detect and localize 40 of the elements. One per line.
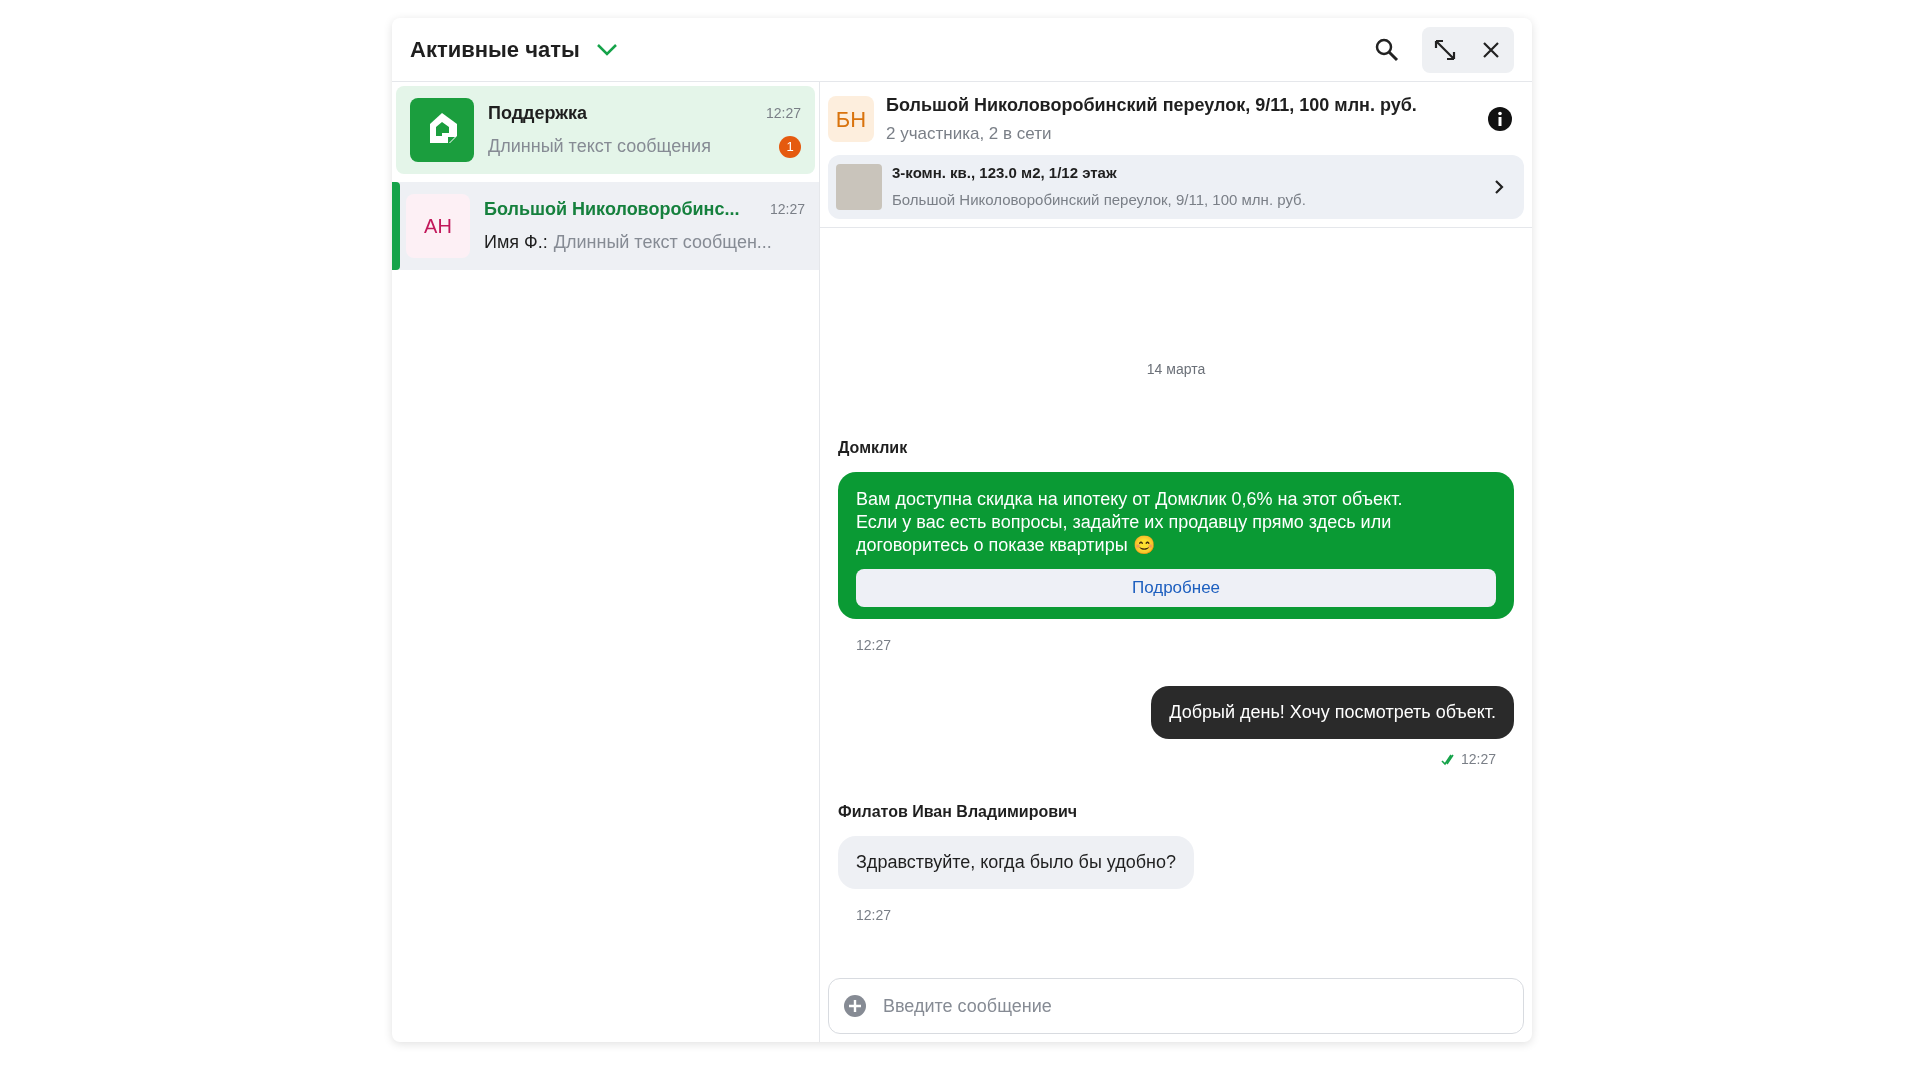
chat-avatar: АН (406, 194, 470, 258)
search-icon[interactable] (1374, 36, 1400, 63)
chat-time: 12:27 (765, 104, 801, 123)
message-text: Вам доступна скидка на ипотеку от Домклик 0,6% на этот объект. Если у вас есть вопросы, задайте их продавцу прямо здесь или договоритесь о показе квартиры 😊 (856, 488, 1404, 557)
message-input[interactable]: Введите сообщение (828, 978, 1524, 1034)
message-time: 12:27 (856, 906, 892, 925)
preview-author: Имя Ф.: (484, 231, 548, 254)
unread-badge: 1 (779, 135, 801, 158)
plus-icon[interactable] (844, 995, 866, 1017)
message-text: Здравствуйте, когда было бы удобно? (856, 851, 1177, 874)
details-button[interactable]: Подробнее (856, 569, 1496, 607)
message-time: 12:27 (856, 636, 892, 655)
listing-address: Большой Николоворобинский переулок, 9/11, 100 млн. руб. (892, 189, 1307, 210)
expand-button[interactable] (1422, 26, 1468, 73)
chevron-right-icon (1494, 178, 1504, 195)
conversation-subtitle: 2 участника, 2 в сети (886, 123, 1053, 145)
chat-item[interactable]: АН Большой Николоворобинс... 12:27 Имя Ф.: Длинный текст сообщен... (392, 182, 819, 270)
conversation-avatar: БН (828, 96, 874, 143)
info-icon[interactable] (1488, 107, 1512, 132)
conversation-title: Большой Николоворобинский переулок, 9/11, 100 млн. руб. (886, 94, 1418, 117)
chat-item[interactable]: Поддержка 12:27 Длинный текст сообщения 1 (396, 86, 815, 174)
photo-placeholder (836, 163, 882, 210)
chat-name: Большой Николоворобинс... (484, 198, 740, 221)
chat-time: 12:27 (769, 200, 805, 219)
header-title: Активные чаты (410, 36, 580, 64)
sender-name: Домклик (838, 438, 908, 458)
date-label: 14 марта (1146, 360, 1206, 379)
chat-name: Поддержка (488, 102, 588, 125)
close-icon (1482, 40, 1500, 59)
expand-icon (1434, 38, 1456, 61)
close-button[interactable] (1468, 26, 1514, 73)
listing-title: 3-комн. кв., 123.0 м2, 1/12 этаж (892, 163, 1118, 183)
chat-preview: Длинный текст сообщения (488, 135, 711, 158)
sender-name: Филатов Иван Владимирович (838, 802, 1078, 822)
message-time: 12:27 (1460, 750, 1496, 769)
chevron-down-icon[interactable] (595, 42, 618, 57)
logo-icon (410, 98, 474, 162)
listing-card[interactable]: 3-комн. кв., 123.0 м2, 1/12 этаж Большой Николоворобинский переулок, 9/11, 100 млн. руб. (828, 154, 1524, 219)
chat-preview: Длинный текст сообщен... (553, 231, 772, 254)
message-bubble: Добрый день! Хочу посмотреть объект. (1151, 686, 1514, 739)
